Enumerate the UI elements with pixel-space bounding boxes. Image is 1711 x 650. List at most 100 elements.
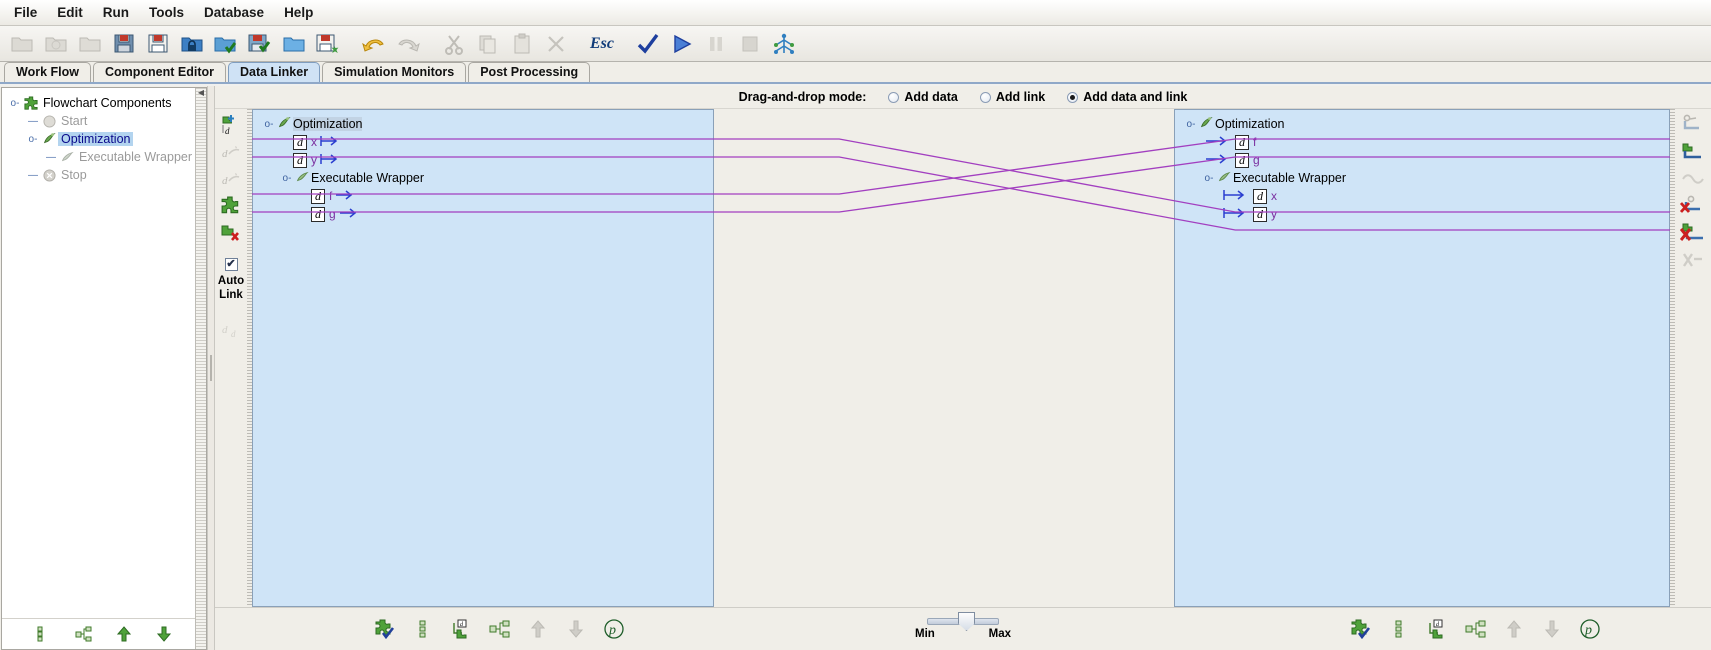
output-port-icon[interactable] <box>320 135 340 150</box>
expander-icon[interactable]: o- <box>261 119 277 130</box>
tree-item-flowchart-components[interactable]: o- Flowchart Components <box>8 94 206 112</box>
edit-data-icon[interactable]: d <box>218 140 244 164</box>
tree-item-start[interactable]: — Start <box>8 112 206 130</box>
sidebar-scrollbar[interactable]: ◀ <box>195 88 206 649</box>
target-data-y[interactable]: d y <box>1175 205 1669 223</box>
disabled-data-icon[interactable]: d d <box>218 317 244 341</box>
source-data-g[interactable]: d g <box>253 205 713 223</box>
remove-data-icon[interactable] <box>218 221 244 245</box>
add-data-icon[interactable]: d <box>218 113 244 137</box>
auto-link-control[interactable]: ✔ Auto Link <box>218 258 244 302</box>
radio-button-icon[interactable] <box>888 91 900 103</box>
link-icon[interactable] <box>1680 113 1706 137</box>
tab-post-processing[interactable]: Post Processing <box>468 62 591 82</box>
input-port-icon[interactable] <box>1223 189 1249 204</box>
copy-data-icon[interactable]: d <box>218 167 244 191</box>
broken-link-icon[interactable] <box>1680 248 1706 272</box>
tree-item-executable-wrapper[interactable]: — Executable Wrapper <box>8 148 206 166</box>
radio-add-link[interactable]: Add link <box>979 90 1045 104</box>
menu-help[interactable]: Help <box>274 2 323 23</box>
radio-button-icon[interactable] <box>979 91 991 103</box>
slider-track[interactable] <box>927 612 999 631</box>
open-blue-icon[interactable] <box>278 28 310 60</box>
parallel-icon[interactable] <box>768 28 800 60</box>
tree-item-optimization[interactable]: o- Optimization <box>8 130 206 148</box>
auto-link-icon[interactable] <box>1680 167 1706 191</box>
expand-tree-icon[interactable] <box>489 617 511 641</box>
tree-item-stop[interactable]: — Stop <box>8 166 206 184</box>
menu-edit[interactable]: Edit <box>47 2 93 23</box>
input-port-icon[interactable] <box>1205 135 1231 150</box>
add-component-icon[interactable] <box>218 194 244 218</box>
save-check-icon[interactable] <box>244 28 276 60</box>
lock-icon[interactable] <box>176 28 208 60</box>
new-icon[interactable] <box>6 28 38 60</box>
input-port-icon[interactable] <box>1223 207 1249 222</box>
move-down-icon[interactable] <box>565 617 587 641</box>
add-link-icon[interactable] <box>1680 140 1706 164</box>
expander-icon[interactable]: o- <box>1183 119 1199 130</box>
component-tree-icon[interactable] <box>73 622 95 646</box>
source-node-executable-wrapper[interactable]: o- Executable Wrapper <box>253 169 713 187</box>
target-node-optimization[interactable]: o- Optimization <box>1175 115 1669 133</box>
move-up-icon[interactable] <box>113 622 135 646</box>
select-component-icon[interactable] <box>375 617 397 641</box>
delete-link-icon[interactable] <box>1680 194 1706 218</box>
save-new-icon[interactable] <box>312 28 344 60</box>
target-data-g[interactable]: d g <box>1175 151 1669 169</box>
list-view-icon[interactable] <box>1389 617 1411 641</box>
source-data-f[interactable]: d f <box>253 187 713 205</box>
source-data-x[interactable]: d x <box>253 133 713 151</box>
redo-icon[interactable] <box>392 28 424 60</box>
save-icon[interactable] <box>108 28 140 60</box>
escape-button[interactable]: Esc <box>586 28 618 60</box>
source-node-optimization[interactable]: o- Optimization <box>253 115 713 133</box>
properties-icon[interactable]: p <box>1579 617 1601 641</box>
open-recent-icon[interactable] <box>40 28 72 60</box>
target-node-executable-wrapper[interactable]: o- Executable Wrapper <box>1175 169 1669 187</box>
menu-database[interactable]: Database <box>194 2 274 23</box>
auto-link-checkbox[interactable]: ✔ <box>224 258 238 271</box>
delete-icon[interactable] <box>540 28 572 60</box>
tab-simulation-monitors[interactable]: Simulation Monitors <box>322 62 467 82</box>
move-up-icon[interactable] <box>527 617 549 641</box>
target-data-x[interactable]: d x <box>1175 187 1669 205</box>
target-data-f[interactable]: d f <box>1175 133 1669 151</box>
expander-icon[interactable]: o- <box>279 173 295 184</box>
move-down-icon[interactable] <box>1541 617 1563 641</box>
radio-button-icon[interactable] <box>1067 91 1079 103</box>
save-as-icon[interactable] <box>142 28 174 60</box>
stop-icon[interactable] <box>734 28 766 60</box>
open-folder-icon[interactable] <box>74 28 106 60</box>
radio-add-data-and-link[interactable]: Add data and link <box>1067 90 1187 104</box>
scroll-up-arrow[interactable]: ◀ <box>196 88 206 97</box>
undo-icon[interactable] <box>358 28 390 60</box>
paste-icon[interactable] <box>506 28 538 60</box>
output-port-icon[interactable] <box>335 189 355 204</box>
vertical-splitter[interactable] <box>207 86 215 650</box>
target-data-pane[interactable]: o- Optimization d f d g o- Executable Wr… <box>1174 109 1670 607</box>
tab-work-flow[interactable]: Work Flow <box>4 62 91 82</box>
output-port-icon[interactable] <box>320 153 340 168</box>
cut-icon[interactable] <box>438 28 470 60</box>
copy-icon[interactable] <box>472 28 504 60</box>
input-port-icon[interactable] <box>1205 153 1231 168</box>
menu-run[interactable]: Run <box>93 2 139 23</box>
pause-icon[interactable] <box>700 28 732 60</box>
radio-add-data[interactable]: Add data <box>888 90 958 104</box>
run-icon[interactable] <box>666 28 698 60</box>
component-list-icon[interactable] <box>33 622 55 646</box>
zoom-slider[interactable]: Min Max <box>915 612 1011 640</box>
add-data-tree-icon[interactable]: d <box>451 617 473 641</box>
select-component-icon[interactable] <box>1351 617 1373 641</box>
move-down-icon[interactable] <box>153 622 175 646</box>
properties-icon[interactable]: p <box>603 617 625 641</box>
expander-icon[interactable]: o- <box>8 98 22 109</box>
validate-icon[interactable] <box>632 28 664 60</box>
move-up-icon[interactable] <box>1503 617 1525 641</box>
expander-icon[interactable]: o- <box>26 134 40 145</box>
output-port-icon[interactable] <box>339 207 359 222</box>
source-data-pane[interactable]: o- Optimization d x d y o- Executable Wr… <box>252 109 714 607</box>
open-check-icon[interactable] <box>210 28 242 60</box>
list-view-icon[interactable] <box>413 617 435 641</box>
